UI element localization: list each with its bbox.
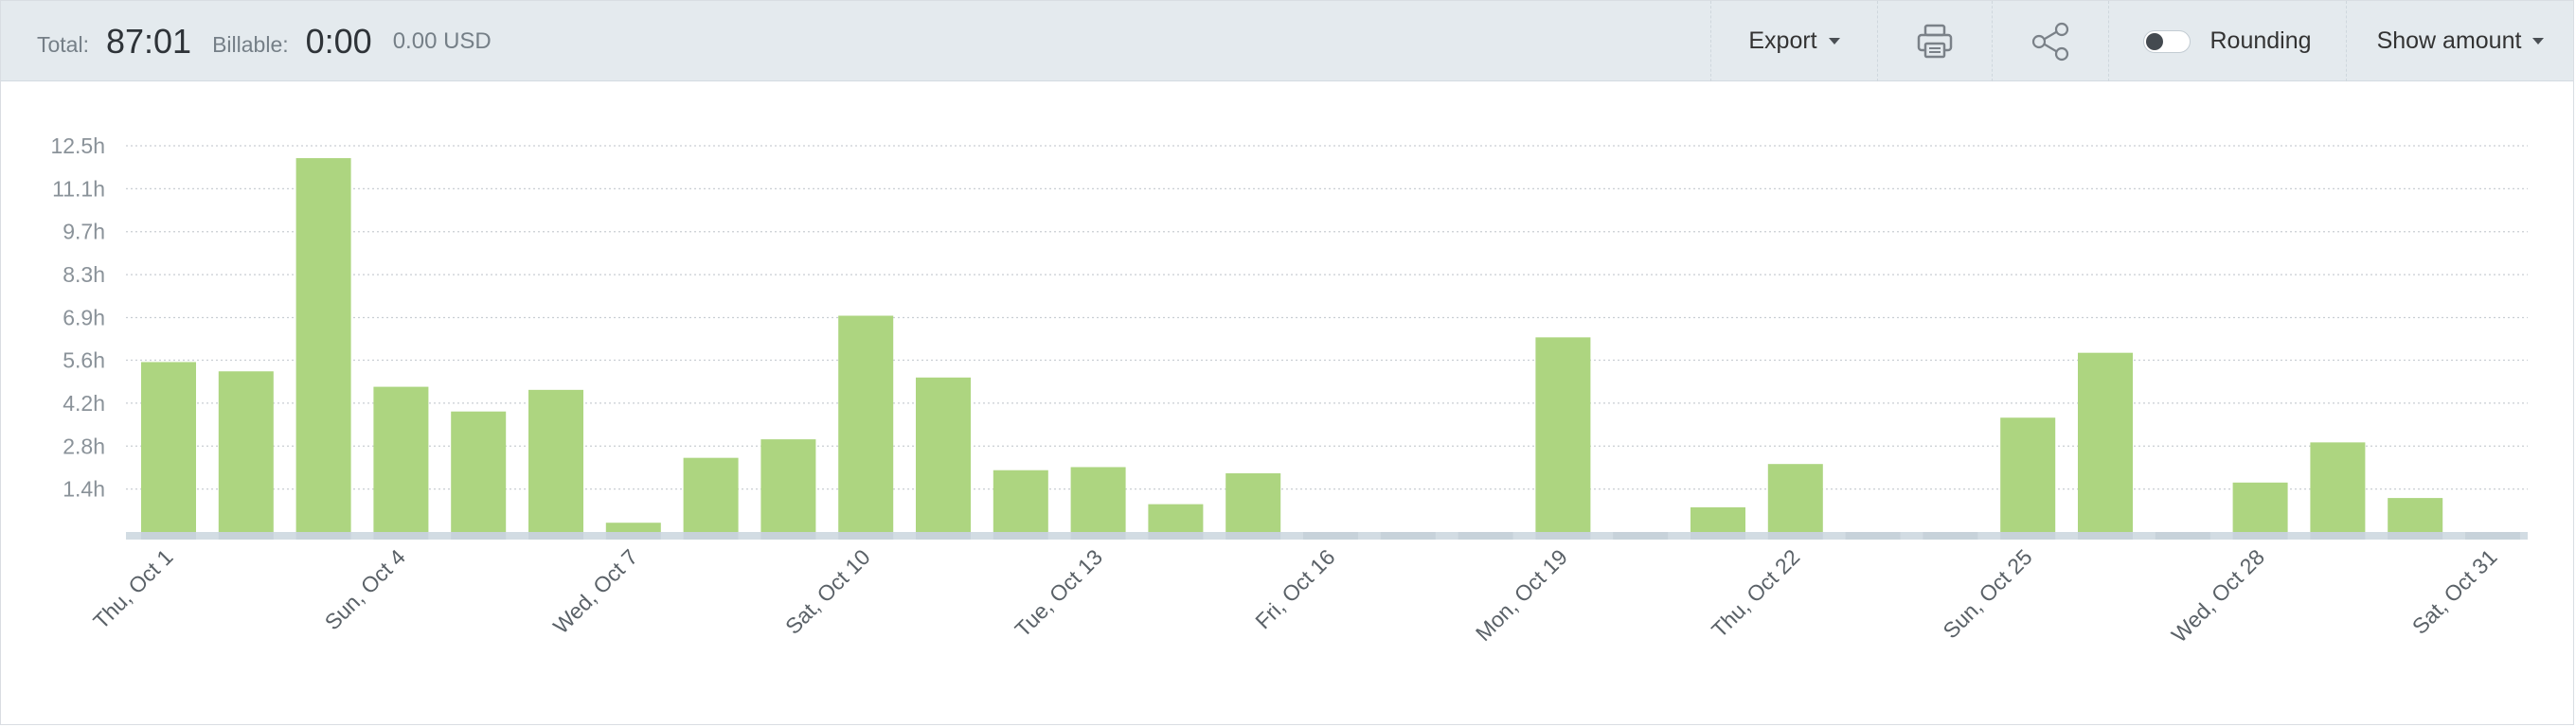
bar-baseline-cap [2155, 532, 2210, 540]
bar [683, 457, 739, 532]
bar-baseline-cap [218, 532, 274, 540]
y-tick-label: 5.6h [63, 348, 105, 373]
y-tick-label: 8.3h [63, 262, 105, 287]
bar [1690, 506, 1745, 532]
bar-baseline-cap [993, 532, 1048, 540]
bar-baseline-cap [1070, 532, 1126, 540]
x-tick-label: Sat, Oct 10 [780, 544, 875, 639]
bar-baseline-cap [683, 532, 739, 540]
y-tick-label: 1.4h [63, 477, 105, 502]
bar-baseline-cap [1767, 532, 1823, 540]
bar [1535, 337, 1591, 532]
bar [141, 362, 196, 532]
bar-baseline-cap [2000, 532, 2056, 540]
bar-baseline-cap [1535, 532, 1591, 540]
bar-baseline-cap [838, 532, 894, 540]
bar [916, 377, 971, 532]
y-tick-label: 12.5h [50, 133, 105, 158]
bar-baseline-cap [451, 532, 507, 540]
x-tick-label: Fri, Oct 16 [1250, 544, 1339, 633]
x-tick-label: Tue, Oct 13 [1010, 544, 1107, 642]
x-tick-label: Sun, Oct 4 [320, 544, 410, 634]
bar-baseline-cap [1380, 532, 1436, 540]
bar [451, 411, 507, 532]
y-tick-label: 6.9h [63, 305, 105, 329]
bar-baseline-cap [2310, 532, 2366, 540]
bar-baseline-cap [1923, 532, 1978, 540]
bar [1767, 464, 1823, 532]
y-tick-label: 2.8h [63, 434, 105, 458]
bar [1148, 504, 1204, 532]
bar-baseline-cap [2232, 532, 2288, 540]
x-tick-label: Mon, Oct 19 [1471, 544, 1572, 646]
bar [760, 439, 816, 532]
bar [218, 371, 274, 532]
x-tick-label: Thu, Oct 22 [1707, 544, 1804, 642]
bar-baseline-cap [2465, 532, 2520, 540]
x-tick-label: Sun, Oct 25 [1938, 544, 2036, 643]
bar-baseline-cap [1225, 532, 1281, 540]
daily-duration-bar-chart: 1.4h 2.8h 4.2h 5.6h 6.9h 8.3h 9.7h 11.1h 12.5h Th… [50, 133, 2528, 647]
bar-baseline-cap [1613, 532, 1669, 540]
bar [605, 523, 661, 532]
bar-baseline-cap [605, 532, 661, 540]
bar-baseline-cap [2388, 532, 2443, 540]
bar-baseline-cap [141, 532, 196, 540]
bar-baseline-cap [1845, 532, 1901, 540]
y-tick-label: 9.7h [63, 220, 105, 244]
bar [838, 315, 894, 532]
x-tick-label: Wed, Oct 28 [2167, 544, 2269, 647]
bar [1225, 472, 1281, 532]
bar [295, 158, 351, 532]
bar-baseline-cap [295, 532, 351, 540]
x-tick-label: Thu, Oct 1 [88, 544, 177, 633]
y-tick-label: 4.2h [63, 391, 105, 416]
bar [2310, 442, 2366, 532]
bar [528, 389, 583, 532]
x-tick-label: Wed, Oct 7 [548, 544, 642, 638]
bar [2000, 417, 2056, 532]
y-tick-label: 11.1h [52, 176, 105, 201]
bar-baseline-cap [1458, 532, 1513, 540]
x-tick-label: Sat, Oct 31 [2407, 544, 2502, 639]
bar-baseline-cap [528, 532, 583, 540]
bar-baseline-cap [1690, 532, 1745, 540]
bar [993, 470, 1048, 532]
bar-baseline-cap [1303, 532, 1358, 540]
bar-baseline-cap [2078, 532, 2133, 540]
bar [1070, 467, 1126, 532]
bar-baseline-cap [1148, 532, 1204, 540]
bar [2232, 482, 2288, 532]
bar [2078, 352, 2133, 532]
bar-baseline-cap [760, 532, 816, 540]
bar [373, 386, 429, 532]
bar [2388, 498, 2443, 532]
bar-baseline-cap [916, 532, 971, 540]
report-panel: Total: 87:01 Billable: 0:00 0.00 USD Exp… [0, 0, 2574, 725]
bar-baseline-cap [373, 532, 429, 540]
